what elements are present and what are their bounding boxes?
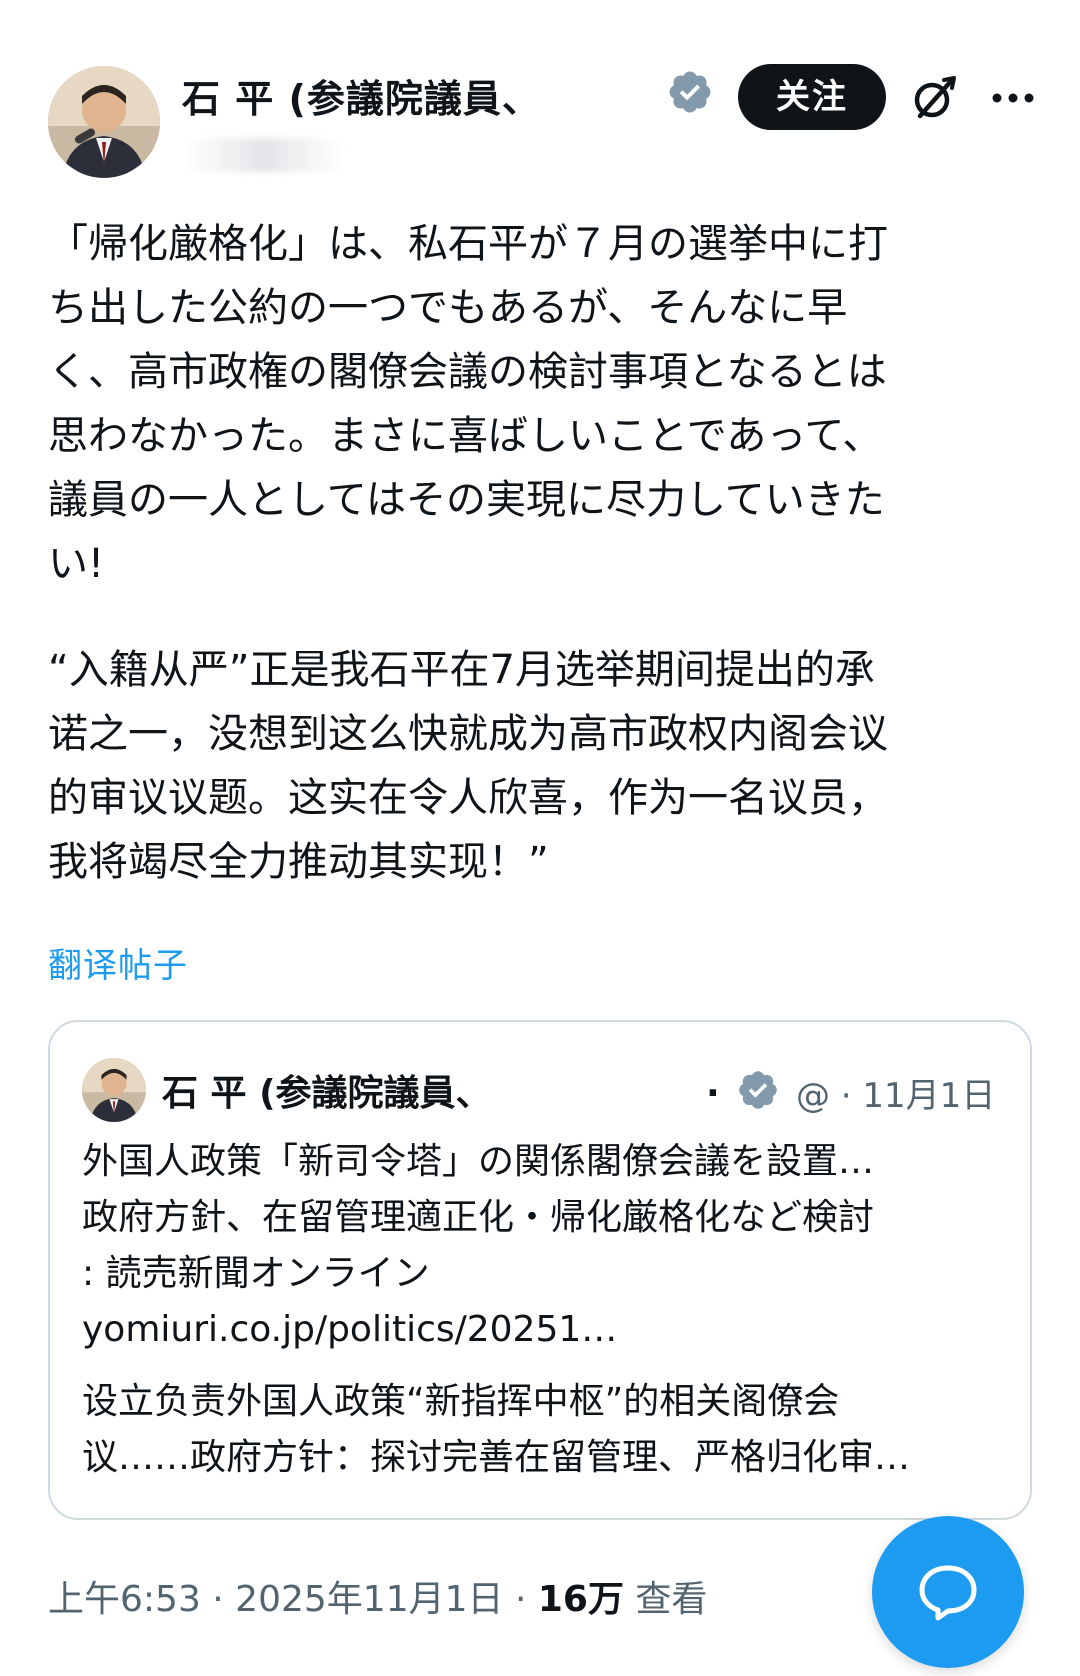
quoted-post-meta: @ · 11月1日 [796, 1076, 996, 1116]
post-text-japanese: 「帰化厳格化」は、私石平が７月の選挙中に打 ち出した公約の一つでもあるが、そんな… [48, 221, 888, 587]
quoted-post-translation: 设立负责外国人政策“新指挥中枢”的相关阁僚会 议……政府方针：探讨完善在留管理、… [82, 1381, 911, 1478]
verified-badge-icon [739, 1071, 777, 1109]
avatar-photo-icon [82, 1058, 146, 1122]
post-detail-page: 石 平 (参議院議員、 关注 「帰化厳格化」は、私石平が７月の選挙中に打 ち出し… [0, 0, 1080, 1676]
post-header: 石 平 (参議院議員、 关注 [48, 62, 1038, 182]
quoted-name-separator: . [706, 1064, 720, 1105]
follow-button[interactable]: 关注 [738, 64, 886, 130]
quoted-post-text: 外国人政策「新司令塔」の関係閣僚会議を設置… 政府方針、在留管理適正化・帰化厳格… [82, 1141, 875, 1350]
views-count: 16万 [537, 1579, 624, 1620]
reply-compose-button[interactable] [872, 1516, 1024, 1668]
translate-post-link[interactable]: 翻译帖子 [48, 938, 188, 987]
verified-badge-icon[interactable] [666, 68, 714, 116]
quoted-author-avatar[interactable] [82, 1058, 146, 1122]
avatar-photo-icon [48, 66, 160, 178]
more-icon[interactable] [988, 76, 1038, 120]
author-avatar[interactable] [48, 66, 160, 178]
views-label: 查看 [623, 1579, 708, 1620]
reply-compose-icon [919, 1565, 977, 1621]
grok-icon[interactable] [908, 72, 960, 124]
author-handle-redacted [184, 138, 344, 172]
post-timestamp-views: 上午6:53 · 2025年11月1日 · 16万 查看 [48, 1570, 707, 1622]
quoted-author-name[interactable]: 石 平 (参議院議員、 [162, 1064, 492, 1116]
post-text-chinese: “入籍从严”正是我石平在7月选举期间提出的承 诺之一，没想到这么快就成为高市政权… [48, 647, 888, 885]
quoted-post-card[interactable]: 石 平 (参議院議員、 . @ · 11月1日 外国人政策「新司令塔」の関係閣僚… [48, 1020, 1032, 1520]
post-timestamp[interactable]: 上午6:53 · 2025年11月1日 · [48, 1579, 538, 1620]
author-display-name[interactable]: 石 平 (参議院議員、 [182, 68, 541, 123]
